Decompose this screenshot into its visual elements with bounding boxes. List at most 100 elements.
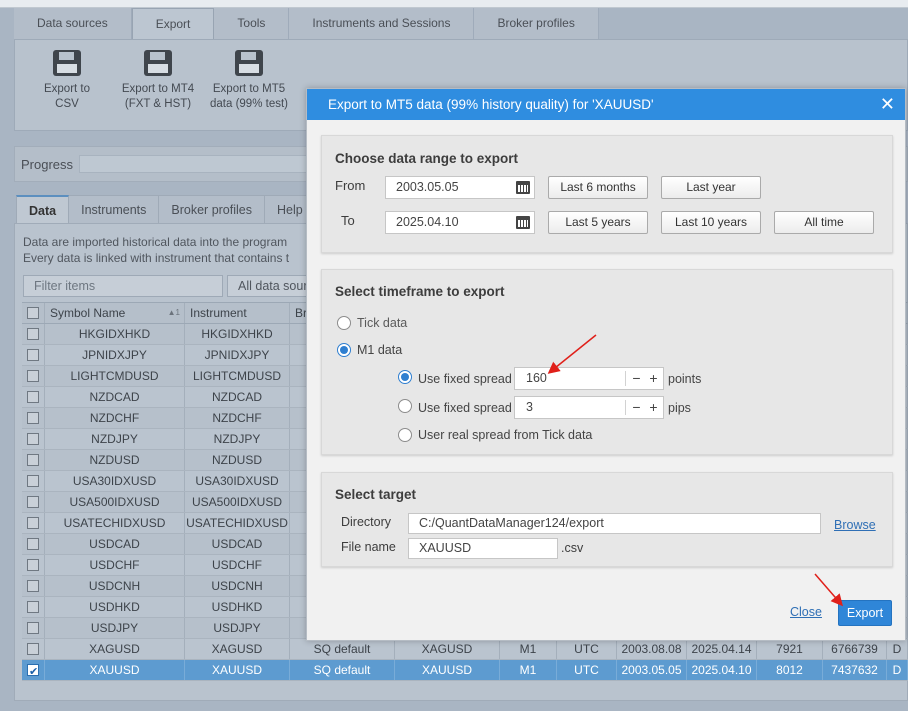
floppy-disk-icon (235, 50, 263, 76)
increment-icon[interactable]: + (647, 399, 660, 415)
row-checkbox-cell[interactable] (22, 345, 45, 365)
browse-link[interactable]: Browse (834, 518, 876, 532)
last-10-years-button[interactable]: Last 10 years (661, 211, 761, 234)
row-checkbox[interactable] (27, 496, 39, 508)
row-checkbox[interactable] (27, 370, 39, 382)
main-tab-bar: Data sources Export Tools Instruments an… (14, 8, 599, 39)
date-range-title: Choose data range to export (335, 151, 519, 166)
row-checkbox[interactable] (27, 622, 39, 634)
spread-pips-value: 3 (526, 400, 533, 414)
m1-data-radio[interactable] (337, 343, 351, 357)
row-checkbox-cell[interactable] (22, 450, 45, 470)
table-cell: USDCNH (185, 576, 290, 596)
row-checkbox-cell[interactable] (22, 492, 45, 512)
export-csv-button[interactable]: Export to CSV (31, 50, 103, 112)
decrement-icon[interactable]: − (630, 399, 643, 415)
row-checkbox[interactable] (27, 538, 39, 550)
row-checkbox-cell[interactable] (22, 534, 45, 554)
file-name-input[interactable]: XAUUSD (408, 538, 558, 559)
timeframe-panel: Select timeframe to export Tick data M1 … (321, 269, 893, 455)
row-checkbox-cell[interactable] (22, 660, 45, 680)
table-row[interactable]: XAUUSDXAUUSDSQ defaultXAUUSDM1UTC2003.05… (22, 660, 908, 681)
table-cell: UTC (557, 639, 617, 659)
header-symbol-name[interactable]: Symbol Name ▲1 (45, 303, 185, 323)
increment-icon[interactable]: + (647, 370, 660, 386)
row-checkbox-cell[interactable] (22, 639, 45, 659)
row-checkbox[interactable] (27, 454, 39, 466)
export-mt5-button[interactable]: Export to MT5 data (99% test) (209, 50, 289, 112)
table-cell: LIGHTCMDUSD (45, 366, 185, 386)
calendar-icon[interactable] (516, 181, 530, 194)
subtab-instruments[interactable]: Instruments (69, 195, 160, 224)
data-source-select[interactable]: All data sour (227, 275, 317, 297)
close-icon[interactable]: ✕ (880, 94, 895, 114)
last-6-months-button[interactable]: Last 6 months (548, 176, 648, 199)
row-checkbox-cell[interactable] (22, 366, 45, 386)
row-checkbox-cell[interactable] (22, 471, 45, 491)
tab-data-sources[interactable]: Data sources (14, 8, 132, 39)
last-5-years-button[interactable]: Last 5 years (548, 211, 648, 234)
table-cell: LIGHTCMDUSD (185, 366, 290, 386)
export-mt4-button[interactable]: Export to MT4 (FXT & HST) (119, 50, 197, 112)
tab-instruments-and-sessions[interactable]: Instruments and Sessions (289, 8, 475, 39)
header-symbol-label: Symbol Name (50, 306, 126, 320)
row-checkbox-cell[interactable] (22, 597, 45, 617)
tab-broker-profiles[interactable]: Broker profiles (474, 8, 599, 39)
subtab-broker-profiles[interactable]: Broker profiles (159, 195, 265, 224)
table-cell: USDCAD (45, 534, 185, 554)
tab-export[interactable]: Export (131, 8, 215, 39)
table-cell: XAGUSD (185, 639, 290, 659)
to-date-input[interactable]: 2025.04.10 (385, 211, 535, 234)
real-spread-radio[interactable] (398, 428, 412, 442)
row-checkbox[interactable] (27, 580, 39, 592)
row-checkbox[interactable] (27, 643, 39, 655)
spread-pips-stepper[interactable]: 3 − + (514, 396, 664, 419)
calendar-icon[interactable] (516, 216, 530, 229)
table-row[interactable]: XAGUSD XAGUSD SQ default XAGUSD M1 UTC 2003.08… (22, 639, 908, 660)
table-cell: 2003.08.08 (617, 639, 687, 659)
table-cell: USA30IDXUSD (45, 471, 185, 491)
fixed-spread-points-radio[interactable] (398, 370, 412, 384)
row-checkbox[interactable] (27, 349, 39, 361)
tick-data-radio[interactable] (337, 316, 351, 330)
select-all-checkbox[interactable] (27, 307, 39, 319)
export-button[interactable]: Export (838, 600, 892, 626)
row-checkbox[interactable] (27, 475, 39, 487)
export-mt5-label-line2: data (99% test) (210, 98, 288, 110)
file-extension: .csv (561, 541, 584, 555)
header-instrument[interactable]: Instrument (185, 303, 290, 323)
target-title: Select target (335, 487, 417, 502)
row-checkbox[interactable] (27, 601, 39, 613)
fixed-spread-pips-radio[interactable] (398, 399, 412, 413)
sort-asc-icon: ▲1 (167, 308, 180, 317)
row-checkbox[interactable] (27, 328, 39, 340)
row-checkbox-cell[interactable] (22, 387, 45, 407)
row-checkbox-cell[interactable] (22, 429, 45, 449)
row-checkbox[interactable] (27, 391, 39, 403)
row-checkbox[interactable] (27, 412, 39, 424)
decrement-icon[interactable]: − (630, 370, 643, 386)
row-checkbox[interactable] (27, 517, 39, 529)
subtab-data[interactable]: Data (16, 195, 70, 224)
row-checkbox[interactable] (27, 559, 39, 571)
row-checkbox-cell[interactable] (22, 513, 45, 533)
row-checkbox[interactable] (27, 433, 39, 445)
directory-input[interactable]: C:/QuantDataManager124/export (408, 513, 821, 534)
row-checkbox-cell[interactable] (22, 408, 45, 428)
row-checkbox-cell[interactable] (22, 555, 45, 575)
row-checkbox[interactable] (27, 662, 39, 680)
last-year-button[interactable]: Last year (661, 176, 761, 199)
all-time-button[interactable]: All time (774, 211, 874, 234)
tab-tools[interactable]: Tools (214, 8, 290, 39)
filter-input[interactable]: Filter items (23, 275, 223, 297)
table-cell: 2003.05.05 (617, 660, 687, 680)
row-checkbox-cell[interactable] (22, 324, 45, 344)
row-checkbox-cell[interactable] (22, 576, 45, 596)
from-date-input[interactable]: 2003.05.05 (385, 176, 535, 199)
row-checkbox-cell[interactable] (22, 618, 45, 638)
select-all-cell[interactable] (22, 303, 45, 323)
spread-points-stepper[interactable]: 160 − + (514, 367, 664, 390)
close-link[interactable]: Close (790, 605, 822, 619)
table-cell: NZDCAD (45, 387, 185, 407)
tick-data-label: Tick data (357, 316, 408, 330)
